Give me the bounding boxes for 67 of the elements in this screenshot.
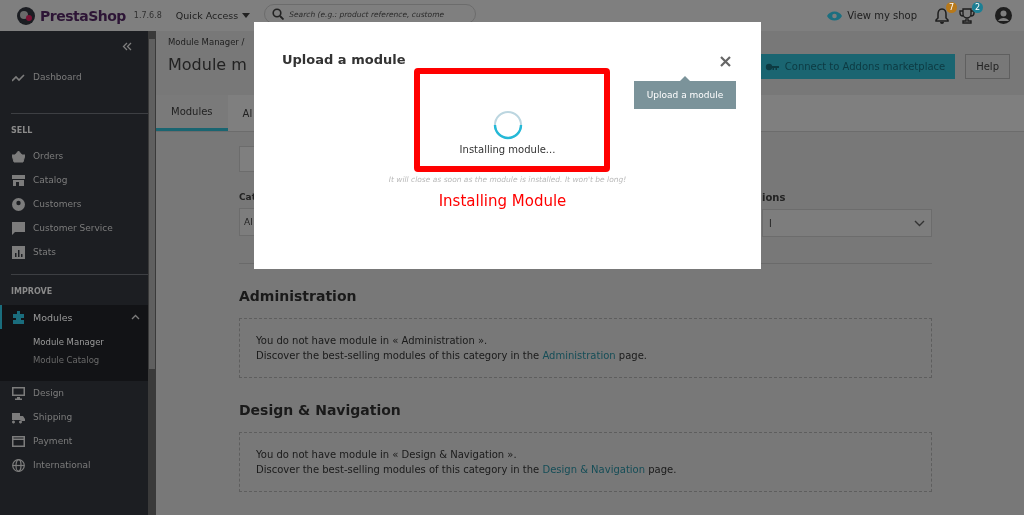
sidebar-item[interactable]: Design — [0, 381, 148, 405]
eye-icon — [827, 10, 843, 21]
notice-text: You do not have module in « Administration ». — [256, 334, 489, 348]
search-icon — [272, 8, 285, 20]
notice-text: Discover the best-selling modules of this category in the — [256, 464, 540, 475]
sidebar-item[interactable]: Shipping — [0, 405, 148, 429]
version-label: 1.7.6.8 — [133, 11, 162, 20]
catalog-icon — [12, 173, 25, 187]
notice-text: page. — [618, 350, 647, 361]
sidebar-item[interactable]: Dashboard — [0, 65, 148, 89]
caret-icon — [242, 13, 251, 18]
sidebar-item[interactable]: Catalog — [0, 168, 148, 192]
logo-text[interactable]: PrestaShop — [40, 7, 126, 24]
design-icon — [12, 386, 25, 400]
sidebar-heading: IMPROVE — [11, 287, 54, 296]
logo-icon — [16, 5, 36, 26]
scrollbar[interactable] — [148, 31, 156, 515]
notice-text: Discover the best-selling modules of this category in the — [256, 350, 540, 361]
dialog-title: Upload a module — [282, 52, 406, 67]
user-icon[interactable] — [995, 7, 1012, 24]
help-button[interactable]: Help — [965, 54, 1010, 79]
sidebar-subitem[interactable]: Module Catalog — [33, 355, 148, 373]
count-badge: 2 — [972, 1, 983, 13]
filter-select[interactable]: l — [762, 209, 932, 237]
breadcrumb[interactable]: Module Manager / — [168, 37, 247, 47]
section-heading: Design & Navigation — [239, 402, 402, 418]
close-icon[interactable] — [720, 56, 731, 67]
bell-icon[interactable] — [935, 7, 949, 24]
sidebar-item[interactable]: Modules — [0, 305, 148, 329]
tab[interactable]: Modules — [156, 95, 228, 131]
section-heading: Administration — [239, 288, 358, 304]
collapse-icon[interactable] — [122, 42, 132, 51]
category-link[interactable]: Administration — [542, 350, 616, 361]
tooltip-arrow — [680, 76, 690, 81]
sidebar-item[interactable]: Customers — [0, 192, 148, 216]
notice-text: page. — [648, 464, 677, 475]
orders-icon — [12, 149, 25, 163]
filter-label: ions — [762, 192, 787, 203]
trophy-icon[interactable] — [959, 7, 975, 24]
count-badge: 7 — [946, 1, 957, 13]
payment-icon — [12, 434, 25, 448]
page-title: Module m — [168, 55, 247, 74]
international-icon — [12, 458, 25, 472]
notice-text: You do not have module in « Design & Navigation ». — [256, 448, 518, 462]
chevron-icon[interactable] — [131, 314, 140, 320]
sidebar-item[interactable]: International — [0, 453, 148, 477]
quick-access-menu[interactable]: Quick Access — [175, 10, 251, 21]
stats-icon — [12, 245, 25, 259]
spinner-icon — [492, 110, 523, 140]
sidebar-item[interactable]: Customer Service — [0, 216, 148, 240]
sidebar-item[interactable]: Stats — [0, 240, 148, 264]
shipping-icon — [12, 410, 25, 424]
service-icon — [12, 221, 25, 235]
sidebar-item[interactable]: Payment — [0, 429, 148, 453]
key-icon — [764, 62, 779, 71]
sidebar-heading: SELL — [11, 126, 34, 135]
sidebar-item[interactable]: Orders — [0, 144, 148, 168]
tab[interactable]: Al — [227, 95, 268, 131]
tooltip: Upload a module — [634, 76, 736, 109]
sidebar-subitem[interactable]: Module Manager — [33, 337, 148, 355]
annotation-label: Installing Module — [438, 192, 567, 210]
chevron-icon — [914, 219, 925, 227]
view-shop-link[interactable]: View my shop — [827, 10, 917, 21]
category-link[interactable]: Design & Navigation — [542, 464, 646, 475]
modules-icon — [12, 310, 25, 324]
customers-icon — [12, 197, 25, 211]
status-text: Installing module... — [459, 144, 556, 155]
